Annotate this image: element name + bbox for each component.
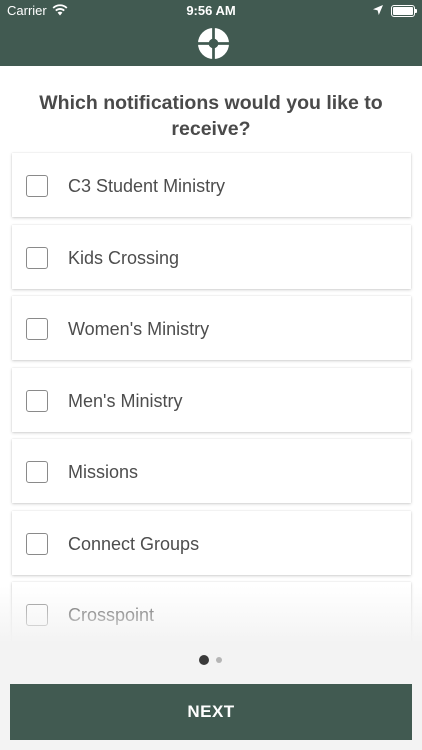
option-mens-ministry[interactable]: Men's Ministry	[12, 367, 411, 432]
option-label: Crosspoint	[68, 605, 155, 625]
next-button[interactable]: NEXT	[10, 684, 412, 740]
checkbox[interactable]	[26, 246, 48, 269]
checkbox[interactable]	[26, 532, 48, 555]
page-dot-inactive[interactable]	[216, 657, 222, 663]
option-label: Connect Groups	[68, 533, 200, 554]
option-crosspoint[interactable]: Crosspoint	[12, 582, 411, 641]
option-connect-groups[interactable]: Connect Groups	[12, 510, 411, 575]
option-label: Kids Crossing	[68, 247, 180, 268]
checkbox[interactable]	[26, 175, 48, 197]
option-label: C3 Student Ministry	[68, 176, 226, 196]
checkbox[interactable]	[26, 604, 48, 626]
nav-bar	[0, 22, 422, 66]
option-womens-ministry[interactable]: Women's Ministry	[12, 296, 411, 360]
battery-icon	[391, 5, 417, 17]
status-bar: Carrier 9:56 AM	[0, 0, 422, 22]
clock: 9:56 AM	[186, 3, 236, 18]
page-title: Which notifications would you like to re…	[39, 92, 383, 140]
option-kids-crossing[interactable]: Kids Crossing	[12, 224, 411, 289]
checkbox[interactable]	[26, 389, 48, 412]
location-arrow-icon	[373, 5, 383, 15]
option-label: Men's Ministry	[68, 390, 183, 411]
checkbox[interactable]	[26, 461, 48, 483]
option-c3-student-ministry[interactable]: C3 Student Ministry	[12, 153, 411, 217]
option-missions[interactable]: Missions	[12, 439, 411, 503]
page-dot-active[interactable]	[199, 655, 209, 665]
option-label: Women's Ministry	[68, 319, 210, 339]
page-indicator[interactable]	[0, 655, 422, 665]
notification-options-panel: Which notifications would you like to re…	[0, 66, 422, 641]
checkbox[interactable]	[26, 318, 48, 340]
options-list[interactable]: C3 Student Ministry Kids Crossing Women'…	[12, 153, 411, 641]
cross-circle-logo-icon	[197, 27, 230, 60]
option-label: Missions	[68, 462, 139, 482]
